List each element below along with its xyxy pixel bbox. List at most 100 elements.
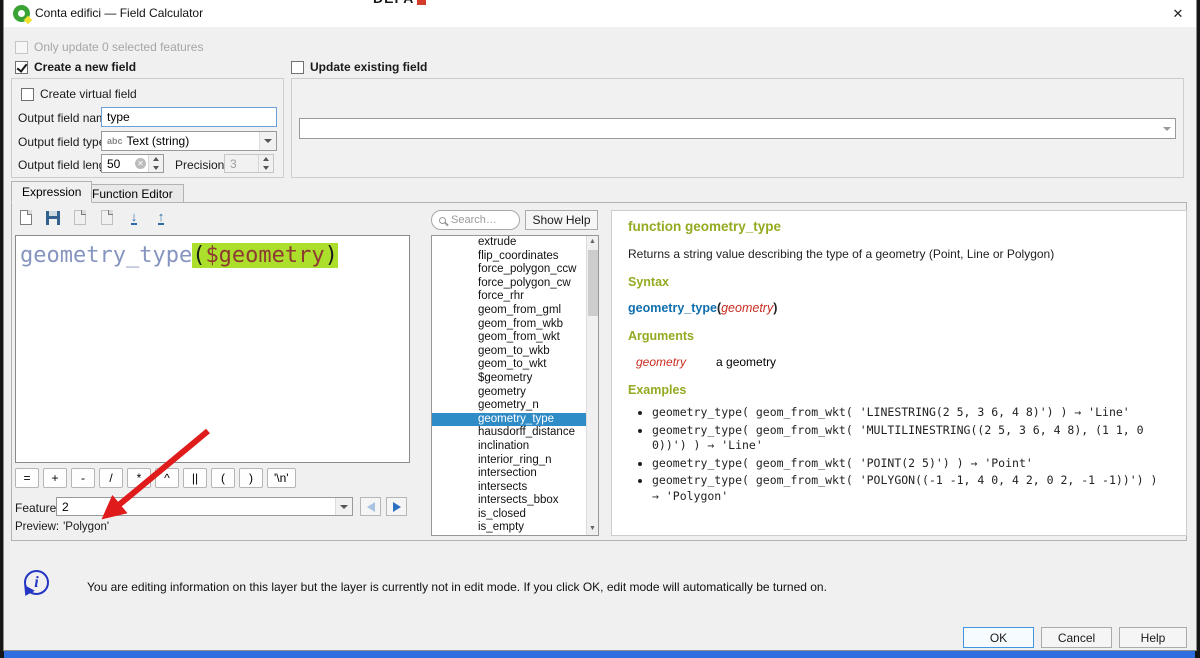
operator-concat-button[interactable]: || (183, 468, 207, 488)
function-list-item[interactable]: interior_ring_n (432, 454, 598, 468)
new-expression-button[interactable] (14, 206, 38, 229)
checkbox-box (15, 61, 28, 74)
arrow-right-icon (393, 502, 401, 512)
search-icon (439, 217, 446, 224)
function-list-item[interactable]: geometry_n (432, 399, 598, 413)
background-taskbar (4, 651, 1195, 658)
import-expressions-button[interactable] (122, 206, 146, 229)
example-item: geometry_type( geom_from_wkt( 'POINT(2 5… (652, 456, 1170, 472)
clear-icon[interactable]: ✕ (135, 158, 146, 169)
function-list-item[interactable]: geom_from_wkb (432, 318, 598, 332)
window-title: Conta edifici — Field Calculator (35, 0, 203, 27)
tab-expression[interactable]: Expression (11, 181, 92, 203)
create-new-field-label: Create a new field (34, 60, 136, 74)
save-expression-button[interactable] (41, 206, 65, 229)
function-list-item[interactable]: extrude (432, 236, 598, 250)
field-calculator-dialog: Conta edifici — Field Calculator ✕ DEFA … (3, 0, 1197, 651)
function-list: extrude flip_coordinates force_polygon_c… (431, 235, 599, 536)
chevron-down-icon[interactable] (259, 132, 276, 150)
function-search-input[interactable] (451, 214, 512, 226)
function-list-item[interactable]: intersection (432, 467, 598, 481)
output-field-type-select[interactable]: abc Text (string) (101, 131, 277, 151)
function-list-item[interactable]: $geometry (432, 372, 598, 386)
export-expressions-button[interactable] (149, 206, 173, 229)
output-field-type-value: Text (string) (127, 134, 190, 148)
ok-button[interactable]: OK (963, 627, 1034, 648)
create-virtual-field-checkbox[interactable]: Create virtual field (21, 87, 137, 101)
operator-plus-button[interactable]: + (43, 468, 67, 488)
function-help-panel: function geometry_type Returns a string … (611, 210, 1187, 536)
function-list-item[interactable]: geom_to_wkt (432, 358, 598, 372)
examples-heading: Examples (628, 383, 1170, 397)
feature-select[interactable]: 2 (56, 497, 353, 516)
function-list-item[interactable]: intersects_bbox (432, 494, 598, 508)
scrollbar-thumb[interactable] (588, 250, 598, 316)
create-new-field-checkbox[interactable]: Create a new field (15, 60, 136, 74)
syntax-line: geometry_type(geometry) (628, 301, 1170, 315)
scroll-down-icon[interactable] (587, 523, 598, 535)
function-list-item[interactable]: hausdorff_distance (432, 426, 598, 440)
operator-close-paren-button[interactable]: ) (239, 468, 263, 488)
expression-editor[interactable]: geometry_type($geometry) (15, 235, 410, 463)
close-icon[interactable]: ✕ (1162, 0, 1194, 27)
expression-close-paren: ) (325, 243, 338, 268)
preview-output: Preview:'Polygon' (15, 521, 109, 533)
output-field-name-input[interactable] (101, 107, 277, 127)
function-list-item[interactable]: is_closed (432, 508, 598, 522)
function-list-item-selected[interactable]: geometry_type (432, 413, 598, 427)
function-list-item[interactable]: geom_from_wkt (432, 331, 598, 345)
create-virtual-field-label: Create virtual field (40, 87, 137, 101)
function-search-box[interactable] (431, 210, 520, 230)
argument-row: geometry a geometry (628, 355, 1170, 369)
edit-icon (74, 210, 86, 225)
operator-equals-button[interactable]: = (15, 468, 39, 488)
show-help-button[interactable]: Show Help (525, 210, 598, 230)
output-field-length-stepper[interactable]: 50 ✕ (101, 154, 164, 173)
function-list-item[interactable]: force_polygon_cw (432, 277, 598, 291)
operator-multiply-button[interactable]: * (127, 468, 151, 488)
string-type-icon: abc (107, 136, 123, 146)
operator-newline-button[interactable]: '\n' (267, 468, 296, 488)
checkbox-box (15, 41, 28, 54)
function-list-item[interactable]: flip_coordinates (432, 250, 598, 264)
update-existing-field-checkbox[interactable]: Update existing field (291, 60, 427, 74)
spin-down-icon (259, 164, 273, 173)
function-list-scrollbar[interactable] (586, 236, 598, 535)
function-list-item[interactable]: geom_from_gml (432, 304, 598, 318)
function-list-item[interactable]: geom_to_wkb (432, 345, 598, 359)
tab-function-editor[interactable]: Function Editor (81, 184, 184, 203)
argument-description: a geometry (716, 355, 776, 369)
scroll-up-icon[interactable] (587, 236, 598, 248)
syntax-function-name: geometry_type (628, 301, 717, 315)
help-button[interactable]: Help (1119, 627, 1187, 648)
spin-up-icon[interactable] (149, 155, 163, 164)
chevron-down-icon[interactable] (335, 498, 352, 515)
titlebar: Conta edifici — Field Calculator ✕ (4, 0, 1196, 27)
operator-power-button[interactable]: ^ (155, 468, 179, 488)
desktop-background: Conta edifici — Field Calculator ✕ DEFA … (0, 0, 1200, 658)
function-list-item[interactable]: force_rhr (432, 290, 598, 304)
function-list-item[interactable]: geometry (432, 386, 598, 400)
feature-value: 2 (62, 500, 69, 514)
operator-divide-button[interactable]: / (99, 468, 123, 488)
spin-down-icon[interactable] (149, 164, 163, 173)
operator-button-row: = + - / * ^ || ( ) '\n' (15, 468, 296, 488)
function-list-item[interactable]: is_empty (432, 521, 598, 535)
function-list-item[interactable]: intersects (432, 481, 598, 495)
arrow-left-icon (367, 502, 375, 512)
next-feature-button[interactable] (386, 497, 407, 516)
previous-feature-button (360, 497, 381, 516)
examples-list: geometry_type( geom_from_wkt( 'LINESTRIN… (652, 405, 1170, 504)
function-list-item[interactable]: force_polygon_ccw (432, 263, 598, 277)
cancel-button[interactable]: Cancel (1041, 627, 1112, 648)
operator-open-paren-button[interactable]: ( (211, 468, 235, 488)
help-title: function geometry_type (628, 219, 1170, 234)
delete-icon (101, 210, 113, 225)
function-list-item[interactable]: inclination (432, 440, 598, 454)
operator-minus-button[interactable]: - (71, 468, 95, 488)
precision-value: 3 (230, 157, 258, 171)
only-update-selected-checkbox: Only update 0 selected features (15, 40, 203, 54)
update-existing-field-label: Update existing field (310, 60, 427, 74)
syntax-argument: geometry (721, 301, 773, 315)
stepper-arrows[interactable] (148, 155, 163, 172)
